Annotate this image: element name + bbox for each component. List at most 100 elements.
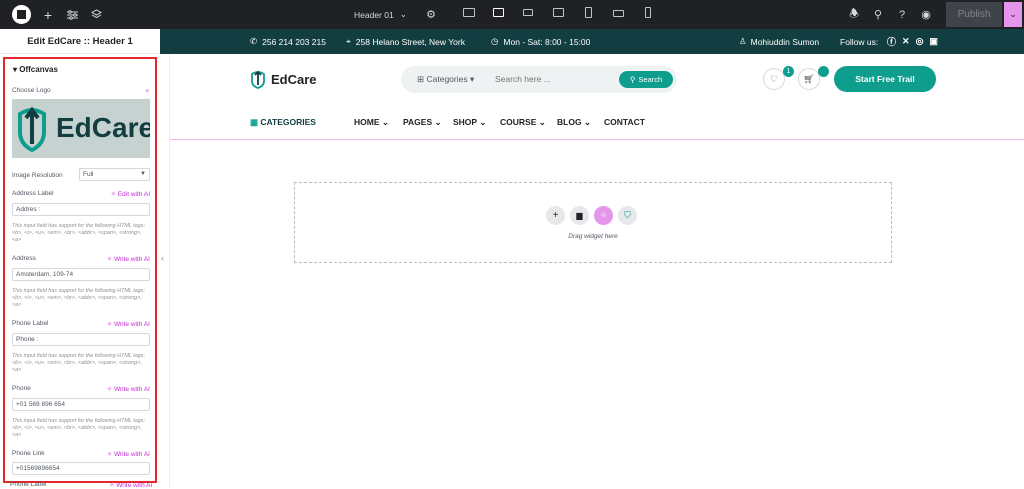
search-icon: ⚲ (629, 75, 636, 84)
phone-info: ✆ 256 214 203 215 (250, 29, 326, 54)
chevron-down-icon: ⌄ (381, 117, 389, 127)
panel-title: Edit EdCare :: Header 1 (0, 29, 160, 54)
device-laptop-active-icon[interactable] (493, 8, 504, 17)
address-text: 258 Helano Street, New York (355, 36, 465, 47)
cart-button[interactable]: 🛒︎ (798, 68, 820, 90)
address-label-input[interactable]: Addres : (12, 203, 150, 216)
preview-eye-icon[interactable]: ◉ (918, 0, 934, 29)
phone-link-input[interactable]: +01569896654 (12, 462, 150, 475)
categories-dropdown[interactable]: ⊞ Categories ▾ (417, 74, 474, 85)
chevron-down-icon: ⌄ (399, 9, 407, 19)
nav-label: CONTACT (604, 117, 645, 127)
search-button[interactable]: ⚲ Search (619, 71, 673, 88)
grid-icon: ▦ (250, 117, 259, 127)
nav-item-contact[interactable]: CONTACT (604, 117, 645, 127)
phone-label-label: Phone Label (12, 320, 49, 327)
chevron-left-icon: ‹ (161, 253, 164, 263)
page-settings-icon[interactable]: ⚙ (424, 0, 438, 29)
phone-icon: ✆ (250, 36, 258, 46)
section-offcanvas-toggle[interactable]: ▾ Offcanvas (13, 65, 58, 74)
phone-label-label-2: Phone Label (10, 481, 47, 488)
search-input[interactable] (495, 74, 615, 84)
editor-top-bar: + Header 01 ⌄ ⚙ 🕭 ⚲ ? ◉ Publish ⌄ (0, 0, 1024, 29)
device-tablet-landscape-icon[interactable] (553, 8, 564, 17)
help-icon[interactable]: ? (894, 0, 910, 29)
add-section-icon[interactable]: + (546, 206, 565, 225)
location-pin-icon: ⌖ (346, 36, 351, 46)
address-ai-link[interactable]: ✧ Write with AI (107, 255, 150, 263)
site-settings-icon[interactable] (64, 0, 80, 29)
device-mobile-icon[interactable] (645, 7, 651, 18)
address-label-label: Address Label (12, 190, 54, 197)
logo-image-picker[interactable]: EdCare (12, 99, 150, 158)
phone-text: 256 214 203 215 (262, 36, 326, 47)
add-element-icon[interactable]: + (40, 0, 56, 29)
grid-icon: ⊞ (417, 74, 425, 84)
widget-settings-panel: ▾ Offcanvas Choose Logo ✧ EdCare Image R… (3, 57, 157, 483)
start-free-trail-button[interactable]: Start Free Trail (834, 66, 936, 92)
image-resolution-select[interactable]: Full ▼ (79, 168, 150, 181)
ai-sparkle-icon[interactable]: ✧ (594, 206, 613, 225)
phone-label-ai-link[interactable]: ✧ Write with AI (107, 320, 150, 328)
panel-collapse-handle[interactable]: ‹ (160, 54, 170, 488)
choose-logo-label: Choose Logo (12, 87, 51, 94)
device-desktop-icon[interactable] (463, 8, 475, 17)
categories-dropdown-label: Categories (426, 74, 468, 84)
chevron-down-icon: ⌄ (583, 117, 592, 127)
html-support-hint: This input field has support for the fol… (12, 418, 145, 438)
phone-label-input[interactable]: Phone : (12, 333, 150, 346)
search-bar: ⊞ Categories ▾ ⚲Search (401, 66, 677, 93)
nav-item-shop[interactable]: SHOP ⌄ (453, 117, 486, 128)
search-icon[interactable]: ⚲ (870, 0, 886, 29)
cart-count-badge (818, 66, 829, 77)
facebook-icon[interactable]: ⓕ (887, 35, 896, 48)
add-template-folder-icon[interactable]: ▆ (570, 206, 589, 225)
image-resolution-value: Full (83, 171, 94, 178)
publish-button[interactable]: Publish (946, 2, 1002, 27)
theme-addon-icon[interactable]: ⛉ (618, 206, 637, 225)
phone-ai-link[interactable]: ✧ Write with AI (107, 385, 150, 393)
structure-layers-icon[interactable] (88, 0, 104, 29)
nav-label: SHOP (453, 117, 477, 127)
ai-link-text: Write with AI (113, 256, 150, 263)
phone-link-label: Phone Link (12, 450, 45, 457)
publish-options-chevron-icon[interactable]: ⌄ (1004, 2, 1022, 27)
user-info[interactable]: ♙ Mohiuddin Sumon (739, 29, 819, 54)
x-twitter-icon[interactable]: ✕ (902, 36, 910, 47)
social-links: ⓕ ✕ ◎ ▣ (887, 29, 938, 54)
wishlist-button[interactable]: ♡ (763, 68, 785, 90)
site-logo[interactable]: EdCare (250, 69, 317, 89)
nav-item-home[interactable]: HOME ⌄ (354, 117, 389, 128)
linkedin-icon[interactable]: ▣ (929, 36, 938, 47)
device-mobile-landscape-icon[interactable] (613, 10, 624, 17)
heart-icon: ♡ (769, 73, 779, 84)
chevron-down-icon: ⌄ (434, 117, 442, 127)
ai-link-text: Write with AI (113, 386, 150, 393)
device-laptop-icon[interactable] (523, 9, 533, 16)
elementor-logo-icon[interactable] (12, 5, 31, 24)
address-info: ⌖ 258 Helano Street, New York (346, 29, 465, 54)
device-tablet-icon[interactable] (585, 7, 592, 18)
address-label-ai-link[interactable]: ✧ Edit with AI (111, 190, 150, 198)
instagram-icon[interactable]: ◎ (916, 36, 924, 47)
empty-section-dropzone[interactable]: + ▆ ✧ ⛉ Drag widget here (294, 182, 892, 263)
phone-link-ai-link[interactable]: ✧ Write with AI (107, 450, 150, 458)
phone-label: Phone (12, 385, 31, 392)
logo-preview-text: EdCare (56, 112, 150, 143)
nav-item-course[interactable]: COURSE ⌄ (500, 117, 546, 128)
image-resolution-label: Image Resolution (12, 172, 63, 179)
wishlist-count-badge: 1 (783, 66, 794, 77)
nav-item-pages[interactable]: PAGES ⌄ (403, 117, 442, 128)
ai-link-text: Edit with AI (117, 191, 150, 198)
nav-categories[interactable]: ▦ CATEGORIES (250, 117, 316, 128)
document-switcher[interactable]: Header 01 ⌄ (354, 0, 414, 29)
ai-sparkle-icon[interactable]: ✧ (145, 87, 150, 95)
nav-label: COURSE (500, 117, 537, 127)
chevron-down-icon: ⌄ (479, 117, 487, 127)
address-input[interactable]: Amsterdam, 109-74 (12, 268, 150, 281)
document-name: Header 01 (354, 9, 394, 20)
notifications-icon[interactable]: 🕭 (846, 0, 862, 29)
phone-input[interactable]: +01 569 896 654 (12, 398, 150, 411)
chevron-down-icon: ⌄ (538, 117, 546, 127)
nav-item-blog[interactable]: BLOG ⌄ (557, 117, 591, 128)
